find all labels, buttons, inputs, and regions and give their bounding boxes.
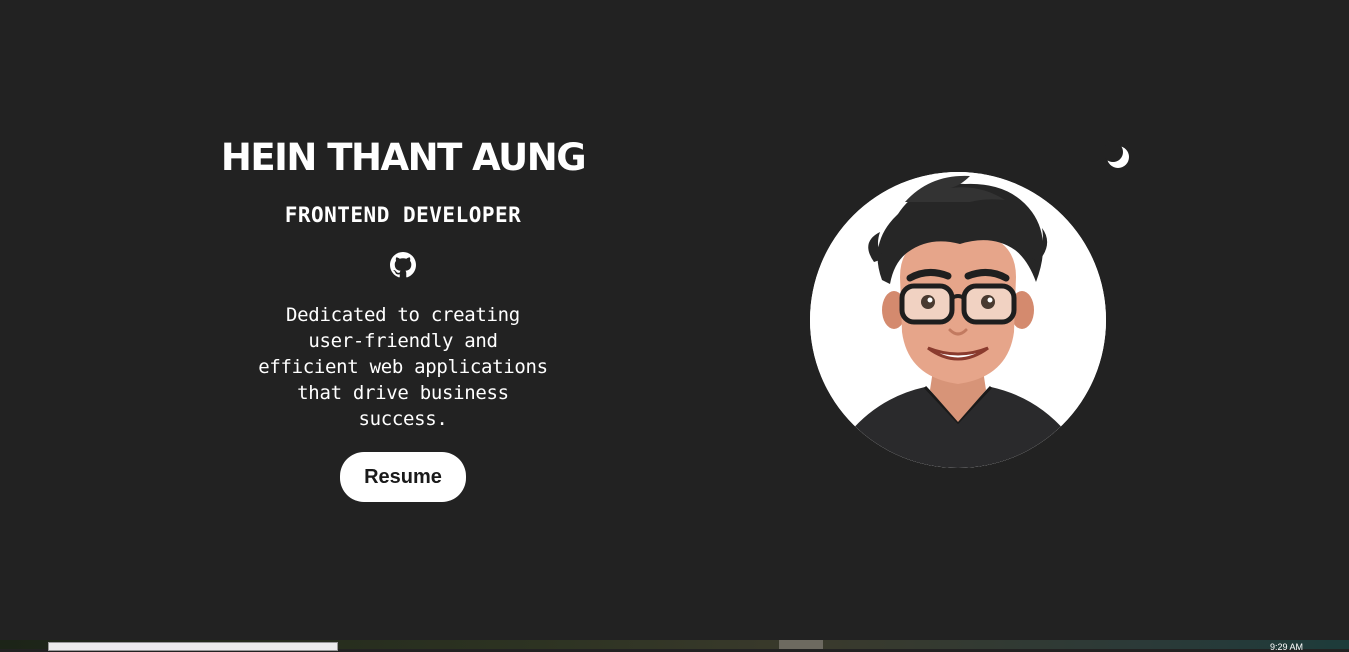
hero-section: HEIN THANT AUNG FRONTEND DEVELOPER Dedic… <box>203 132 603 502</box>
github-icon <box>390 252 416 278</box>
taskbar-clock: 9:29 AM <box>1269 642 1303 652</box>
moon-icon <box>1105 144 1129 168</box>
github-link[interactable] <box>390 252 416 278</box>
os-taskbar: 9:29 AM <box>0 640 1349 652</box>
bio-text: Dedicated to creating user-friendly and … <box>258 304 548 430</box>
page-title: HEIN THANT AUNG <box>220 136 587 179</box>
avatar <box>810 172 1106 468</box>
job-title: FRONTEND DEVELOPER <box>284 203 522 227</box>
cartoon-avatar-icon <box>810 172 1106 468</box>
resume-button[interactable]: Resume <box>340 452 466 502</box>
theme-toggle-button[interactable] <box>1105 144 1131 170</box>
taskbar-window-preview[interactable] <box>48 642 338 651</box>
taskbar-app-button[interactable] <box>779 640 823 649</box>
